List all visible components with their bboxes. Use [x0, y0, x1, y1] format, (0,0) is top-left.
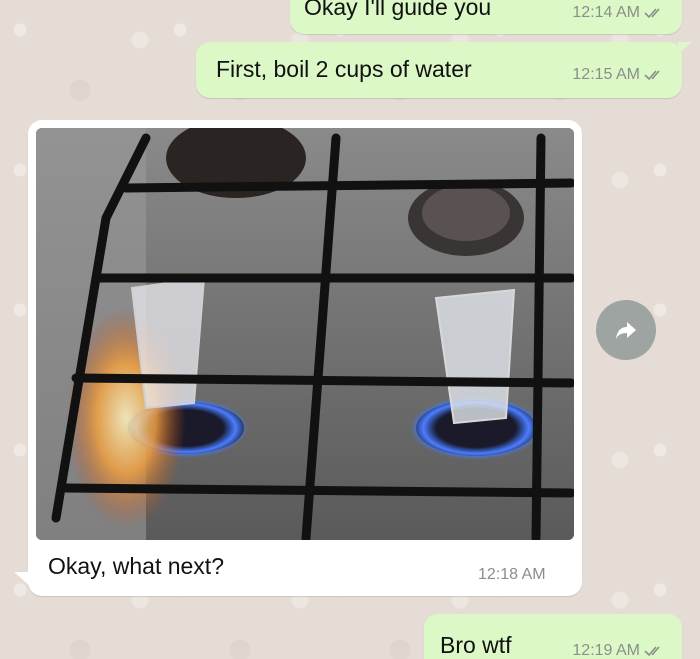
- image-caption: Okay, what next?: [48, 553, 224, 579]
- message-time: 12:15 AM: [572, 66, 640, 83]
- message-bubble-outgoing[interactable]: First, boil 2 cups of water 12:15 AM: [196, 42, 692, 98]
- message-meta: 12:15 AM: [572, 66, 664, 84]
- bubble-tail: [14, 572, 30, 586]
- message-text: First, boil 2 cups of water: [216, 56, 472, 82]
- photo-stove-glasses-icon: [36, 128, 574, 540]
- message-text: Bro wtf: [440, 632, 512, 658]
- message-time: 12:19 AM: [572, 642, 640, 659]
- message-time: 12:14 AM: [572, 4, 640, 21]
- bubble-tail: [678, 42, 692, 54]
- read-ticks-icon: [644, 646, 660, 657]
- forward-arrow-icon: [616, 322, 636, 339]
- message-meta: 12:14 AM: [572, 4, 664, 22]
- read-ticks-icon: [644, 8, 660, 19]
- message-time: 12:18 AM: [478, 566, 546, 583]
- message-bubble-outgoing[interactable]: Bro wtf 12:19 AM: [424, 614, 682, 659]
- message-text: Okay I'll guide you: [304, 0, 492, 20]
- message-bubble-outgoing[interactable]: Okay I'll guide you 12:14 AM: [290, 0, 682, 34]
- message-meta: 12:18 AM: [478, 566, 546, 584]
- read-ticks-icon: [644, 70, 660, 81]
- forward-button[interactable]: [596, 300, 656, 360]
- message-meta: 12:19 AM: [572, 642, 664, 659]
- message-photo[interactable]: [36, 128, 574, 540]
